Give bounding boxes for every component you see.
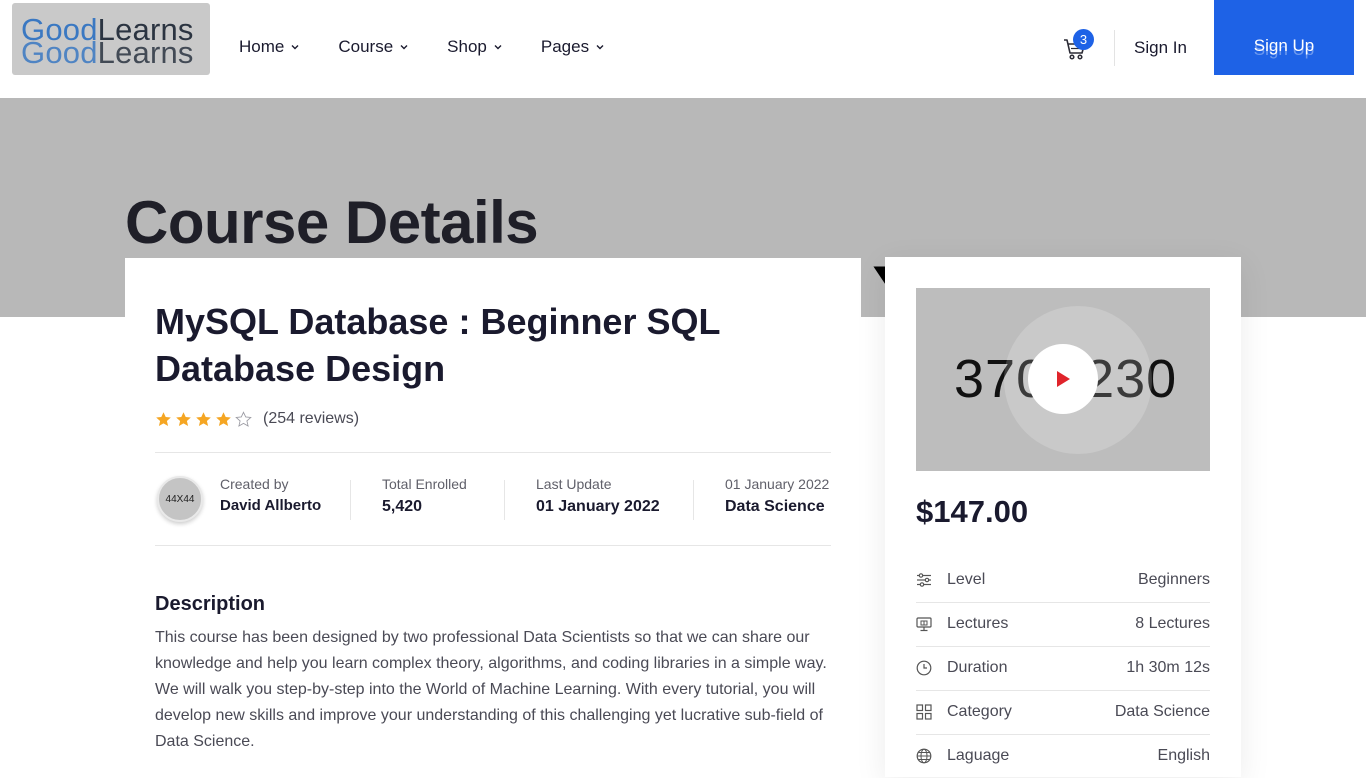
avatar: 44X44 (157, 476, 203, 522)
info-row-duration: Duration 1h 30m 12s (916, 646, 1210, 690)
course-sidebar-card: 370X230 $147.00 Level Beginners (885, 257, 1241, 777)
review-count[interactable]: (254 reviews) (263, 410, 359, 428)
sign-up-button[interactable]: Sign Up Sign Up (1214, 0, 1354, 75)
course-price: $147.00 (916, 494, 1029, 529)
sign-up-label-shadow: Sign Up (1253, 40, 1315, 59)
nav-item-pages[interactable]: Pages (541, 37, 605, 57)
main-nav: Home Course Shop Pages (239, 37, 643, 57)
meta-divider (504, 480, 505, 520)
header-divider (1114, 30, 1115, 66)
meta-created-by: Created by David Allberto (220, 476, 322, 514)
sign-in-link[interactable]: Sign In (1134, 38, 1187, 58)
meta-divider (350, 480, 351, 520)
course-title: MySQL Database : Beginner SQL Database D… (155, 301, 720, 389)
clock-icon (916, 660, 932, 676)
nav-item-home[interactable]: Home (239, 37, 300, 57)
star-filled-icon (176, 412, 191, 426)
logo-text-shadow: GoodLearns (21, 35, 194, 70)
rating-stars (155, 411, 255, 428)
description-text: This course has been designed by two pro… (155, 629, 827, 750)
info-row-language: Laguage English (916, 734, 1210, 778)
divider (155, 545, 831, 546)
divider (155, 452, 831, 453)
meta-divider (693, 480, 694, 520)
info-row-lectures: Lectures 8 Lectures (916, 602, 1210, 646)
play-icon (1057, 371, 1070, 387)
course-main-card: MySQL Database : Beginner SQL Database D… (125, 258, 861, 778)
chevron-down-icon (596, 45, 604, 50)
star-filled-icon (216, 412, 231, 426)
logo[interactable]: GoodLearns GoodLearns (12, 3, 210, 75)
nav-item-shop[interactable]: Shop (447, 37, 503, 57)
site-header: GoodLearns GoodLearns Home Course Shop P… (0, 0, 1366, 98)
play-button[interactable] (1028, 344, 1098, 414)
instructor-name[interactable]: David Allberto (220, 497, 321, 514)
chevron-down-icon (494, 45, 502, 50)
meta-category: 01 January 2022 Data Science (725, 476, 830, 515)
nav-item-course[interactable]: Course (338, 37, 409, 57)
page-title: Course Details (125, 189, 539, 256)
chevron-down-icon (291, 45, 299, 50)
globe-icon (916, 748, 932, 764)
meta-total-enrolled: Total Enrolled 5,420 (382, 476, 467, 515)
star-filled-icon (196, 412, 211, 426)
course-preview-video[interactable]: 370X230 (916, 288, 1210, 471)
meta-last-update: Last Update 01 January 2022 (536, 476, 660, 515)
cart-count-badge: 3 (1073, 29, 1094, 50)
grid-icon (916, 704, 932, 720)
monitor-book-icon (916, 617, 932, 632)
star-empty-icon (235, 411, 252, 427)
chevron-down-icon (400, 45, 408, 50)
info-row-category: Category Data Science (916, 690, 1210, 734)
sliders-icon (917, 573, 931, 587)
info-row-level: Level Beginners (916, 558, 1210, 602)
description-heading: Description (155, 593, 266, 615)
star-filled-icon (156, 412, 171, 426)
